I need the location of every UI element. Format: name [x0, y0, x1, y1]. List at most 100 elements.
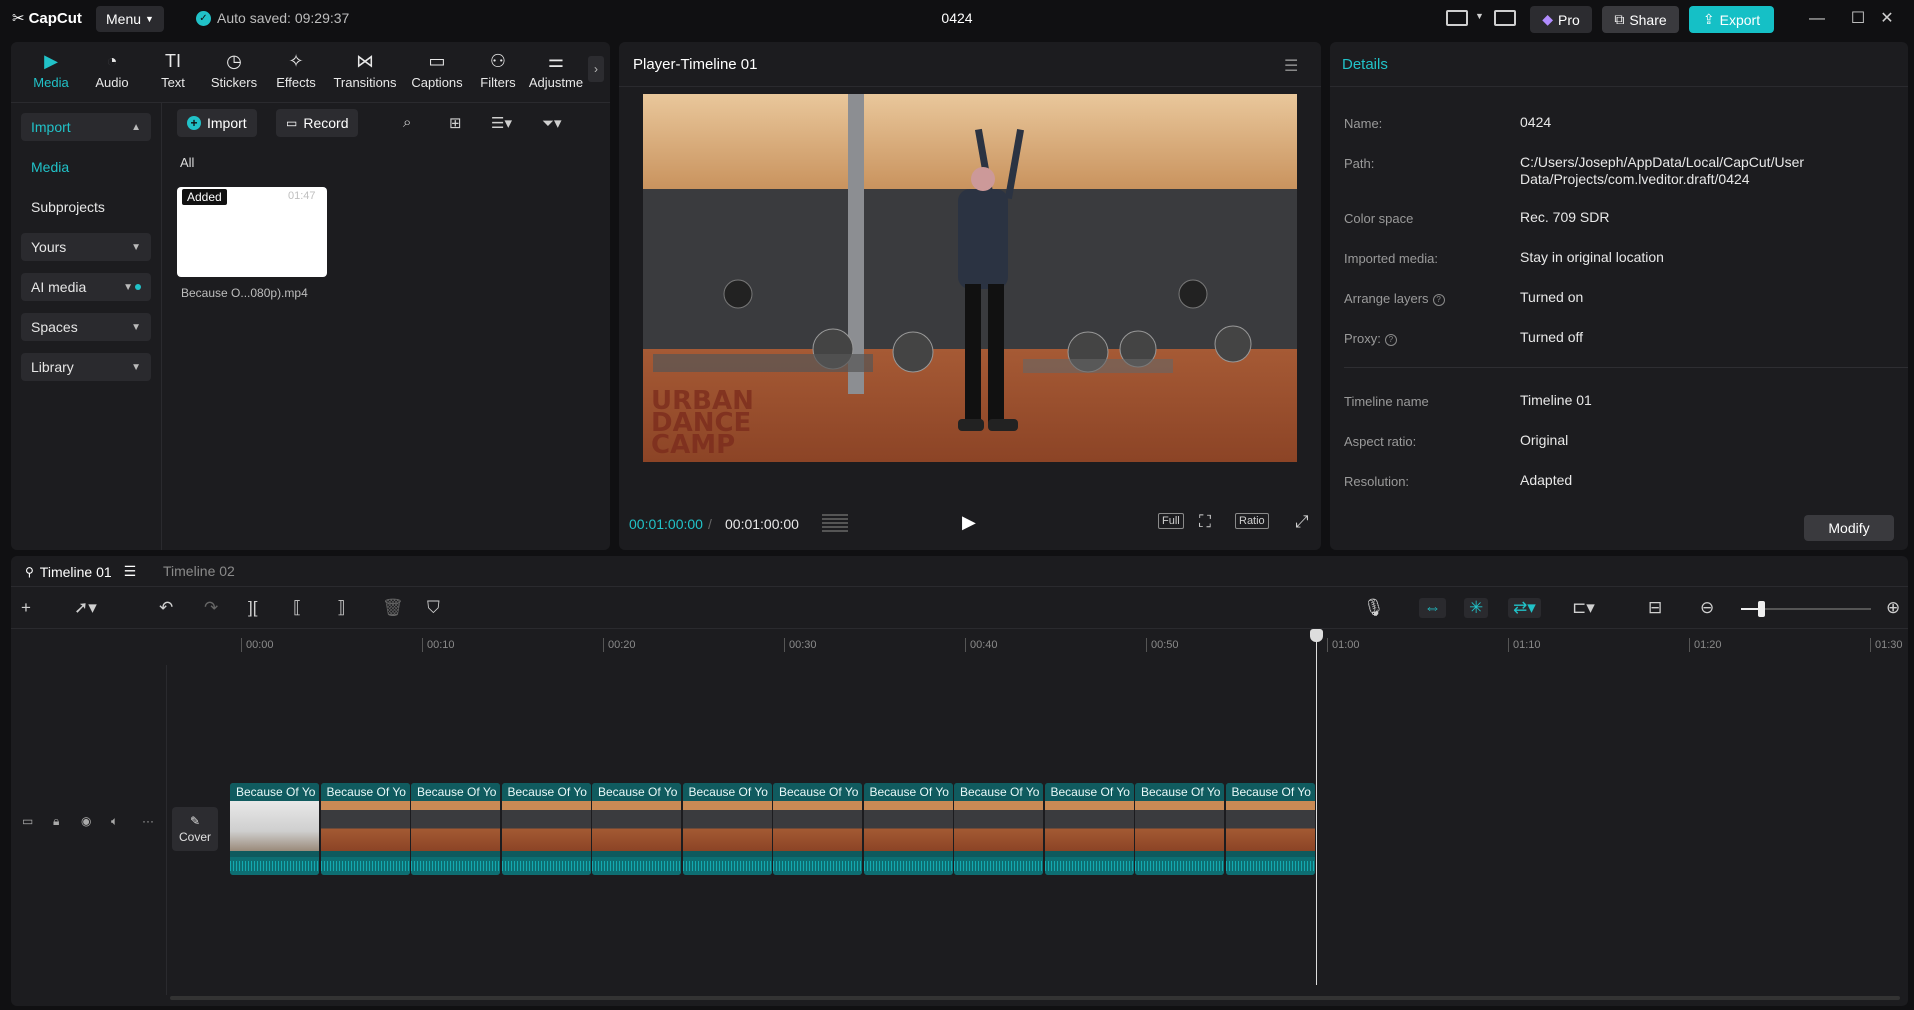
video-preview[interactable]: URBAN DANCE CAMP [643, 94, 1297, 462]
video-clip[interactable]: Because Of Yo [320, 783, 410, 875]
lock-icon[interactable]: 🔒︎ [53, 814, 59, 829]
horizontal-scrollbar[interactable] [170, 996, 1900, 1000]
sidebar-item-ai-media[interactable]: AI media ▼ [21, 273, 151, 301]
video-clip[interactable]: Because Of Yo [1044, 783, 1134, 875]
redo-icon[interactable]: ↷ [204, 598, 218, 618]
hamburger-menu-icon[interactable]: ☰ [124, 563, 137, 580]
sidebar-item-spaces[interactable]: Spaces ▼ [21, 313, 151, 341]
full-quality-button[interactable]: Full [1158, 513, 1184, 529]
tab-captions[interactable]: ▭ Captions [404, 50, 470, 96]
layout-icon[interactable] [1446, 10, 1468, 26]
link-clips-icon[interactable]: ⇄▾ [1508, 598, 1541, 618]
video-clip[interactable]: Because Of Yo [501, 783, 591, 875]
share-button[interactable]: ⧉ Share [1602, 6, 1679, 33]
sidebar-item-subprojects[interactable]: Subprojects [21, 193, 151, 221]
undo-icon[interactable]: ↶ [159, 598, 173, 618]
info-icon[interactable]: ? [1384, 333, 1397, 346]
main-track-magnet-icon[interactable]: ⇔ [1419, 598, 1446, 618]
play-icon[interactable]: ▶ [962, 512, 976, 533]
import-button[interactable]: + Import [177, 109, 257, 137]
tab-filters[interactable]: ⚇ Filters [468, 50, 528, 96]
tab-effects[interactable]: ✧ Effects [266, 50, 326, 96]
effects-icon: ✧ [288, 51, 304, 71]
tab-transitions[interactable]: ⋈ Transitions [325, 50, 405, 96]
ratio-button[interactable]: Ratio [1235, 513, 1269, 529]
split-icon[interactable]: ][ [248, 598, 257, 618]
add-track-icon[interactable]: + [21, 598, 31, 618]
preview-axis-icon[interactable]: ⊏▾ [1572, 598, 1595, 618]
ruler-tick-label: 00:20 [603, 638, 636, 652]
delete-icon[interactable]: 🗑 [382, 598, 404, 618]
tab-timeline-02[interactable]: Timeline 02 [163, 563, 235, 579]
filter-all[interactable]: All [180, 155, 194, 170]
auto-snap-icon[interactable]: ✳ [1464, 598, 1489, 618]
menu-button[interactable]: Menu ▼ [96, 6, 164, 32]
audio-track-preview-icon[interactable]: ⊟ [1648, 598, 1662, 618]
cover-button[interactable]: ✎ Cover [172, 807, 218, 851]
zoom-in-icon[interactable]: ⊕ [1886, 598, 1900, 618]
tab-media[interactable]: ▶ Media [21, 50, 81, 96]
sidebar-item-yours[interactable]: Yours ▼ [21, 233, 151, 261]
audio-waveform [1135, 857, 1224, 875]
zoom-frame-icon[interactable]: ⛶ [1199, 512, 1211, 532]
playhead-handle[interactable] [1310, 629, 1323, 642]
check-icon: ✓ [196, 10, 211, 26]
zoom-out-icon[interactable]: ⊖ [1700, 598, 1714, 618]
pro-button[interactable]: ◆ Pro [1530, 6, 1592, 33]
chevron-right-icon[interactable]: › [588, 56, 604, 82]
shortcuts-icon[interactable] [1494, 10, 1516, 26]
video-clip[interactable]: Because Of Yo [592, 783, 681, 875]
sidebar-item-import[interactable]: Import ▲ [21, 113, 151, 141]
detail-value: Original [1520, 432, 1569, 448]
split-right-icon[interactable]: ⟧ [337, 598, 345, 618]
eye-icon[interactable]: ◉ [81, 814, 91, 828]
record-button[interactable]: ▭ Record [276, 109, 359, 137]
sidebar-item-library[interactable]: Library ▼ [21, 353, 151, 381]
select-tool-icon[interactable]: ➚▾ [74, 598, 97, 618]
sidebar-item-media[interactable]: Media [21, 153, 151, 181]
video-clip[interactable]: Because Of Yo [863, 783, 953, 875]
video-clip[interactable]: Because Of Yo [682, 783, 772, 875]
divider [1330, 86, 1908, 87]
video-clip[interactable]: Because Of Yo [1225, 783, 1315, 875]
clip-thumbnail [1225, 801, 1315, 851]
video-clip[interactable]: Because Of Yo [1135, 783, 1224, 875]
sort-icon[interactable]: ☰▾ [491, 114, 512, 132]
speaker-icon[interactable]: 🔈︎ [111, 814, 118, 829]
tab-text[interactable]: TI Text [143, 50, 203, 96]
clip-label: Because Of Yo [863, 783, 953, 801]
audio-waveform [320, 857, 410, 875]
more-icon[interactable]: ··· [142, 814, 154, 828]
track-video-icon[interactable]: ▭ [22, 814, 33, 828]
split-left-icon[interactable]: ⟦ [293, 598, 301, 618]
time-ruler[interactable]: 00:00 00:10 00:20 00:30 00:40 00:50 01:00 01:10… [231, 630, 1908, 656]
playhead[interactable] [1316, 633, 1317, 985]
video-clip[interactable]: Because Of Yo [411, 783, 500, 875]
adjustment-icon: ⚌ [547, 51, 565, 71]
grid-view-icon[interactable]: ⊞ [449, 114, 462, 132]
microphone-icon[interactable]: 🎙 [1363, 598, 1385, 618]
fullscreen-icon[interactable]: ⤢ [1295, 512, 1309, 532]
video-clip[interactable]: Because Of Yo [954, 783, 1043, 875]
export-button[interactable]: ⇪ Export [1689, 6, 1774, 33]
search-icon[interactable]: ⌕ [403, 114, 411, 131]
layout-chevron-icon[interactable]: ▼ [1475, 11, 1484, 21]
zoom-slider-handle[interactable] [1757, 601, 1765, 617]
tab-timeline-01[interactable]: ⚲ Timeline 01 ☰ [25, 563, 136, 580]
filter-icon[interactable]: ⏷▾ [542, 114, 562, 132]
video-clip[interactable]: Because Of Yo [230, 783, 319, 875]
hamburger-menu-icon[interactable]: ☰ [1284, 56, 1298, 76]
modify-button[interactable]: Modify [1804, 515, 1894, 541]
maximize-icon[interactable]: ☐ [1847, 8, 1869, 30]
tab-adjustment[interactable]: ⚌ Adjustme [521, 50, 591, 96]
close-icon[interactable]: ✕ [1876, 8, 1898, 30]
marker-icon[interactable]: ⛉ [427, 598, 440, 618]
tab-stickers[interactable]: ◷ Stickers [204, 50, 264, 96]
sidebar-item-label: Subprojects [31, 199, 105, 215]
tab-audio[interactable]: ◔ Audio [82, 50, 142, 96]
chevron-down-icon: ▼ [131, 361, 141, 373]
info-icon[interactable]: ? [1432, 293, 1445, 306]
video-clip[interactable]: Because Of Yo [773, 783, 862, 875]
waveform-toggle-icon[interactable] [822, 514, 848, 532]
minimize-icon[interactable]: — [1806, 8, 1828, 30]
